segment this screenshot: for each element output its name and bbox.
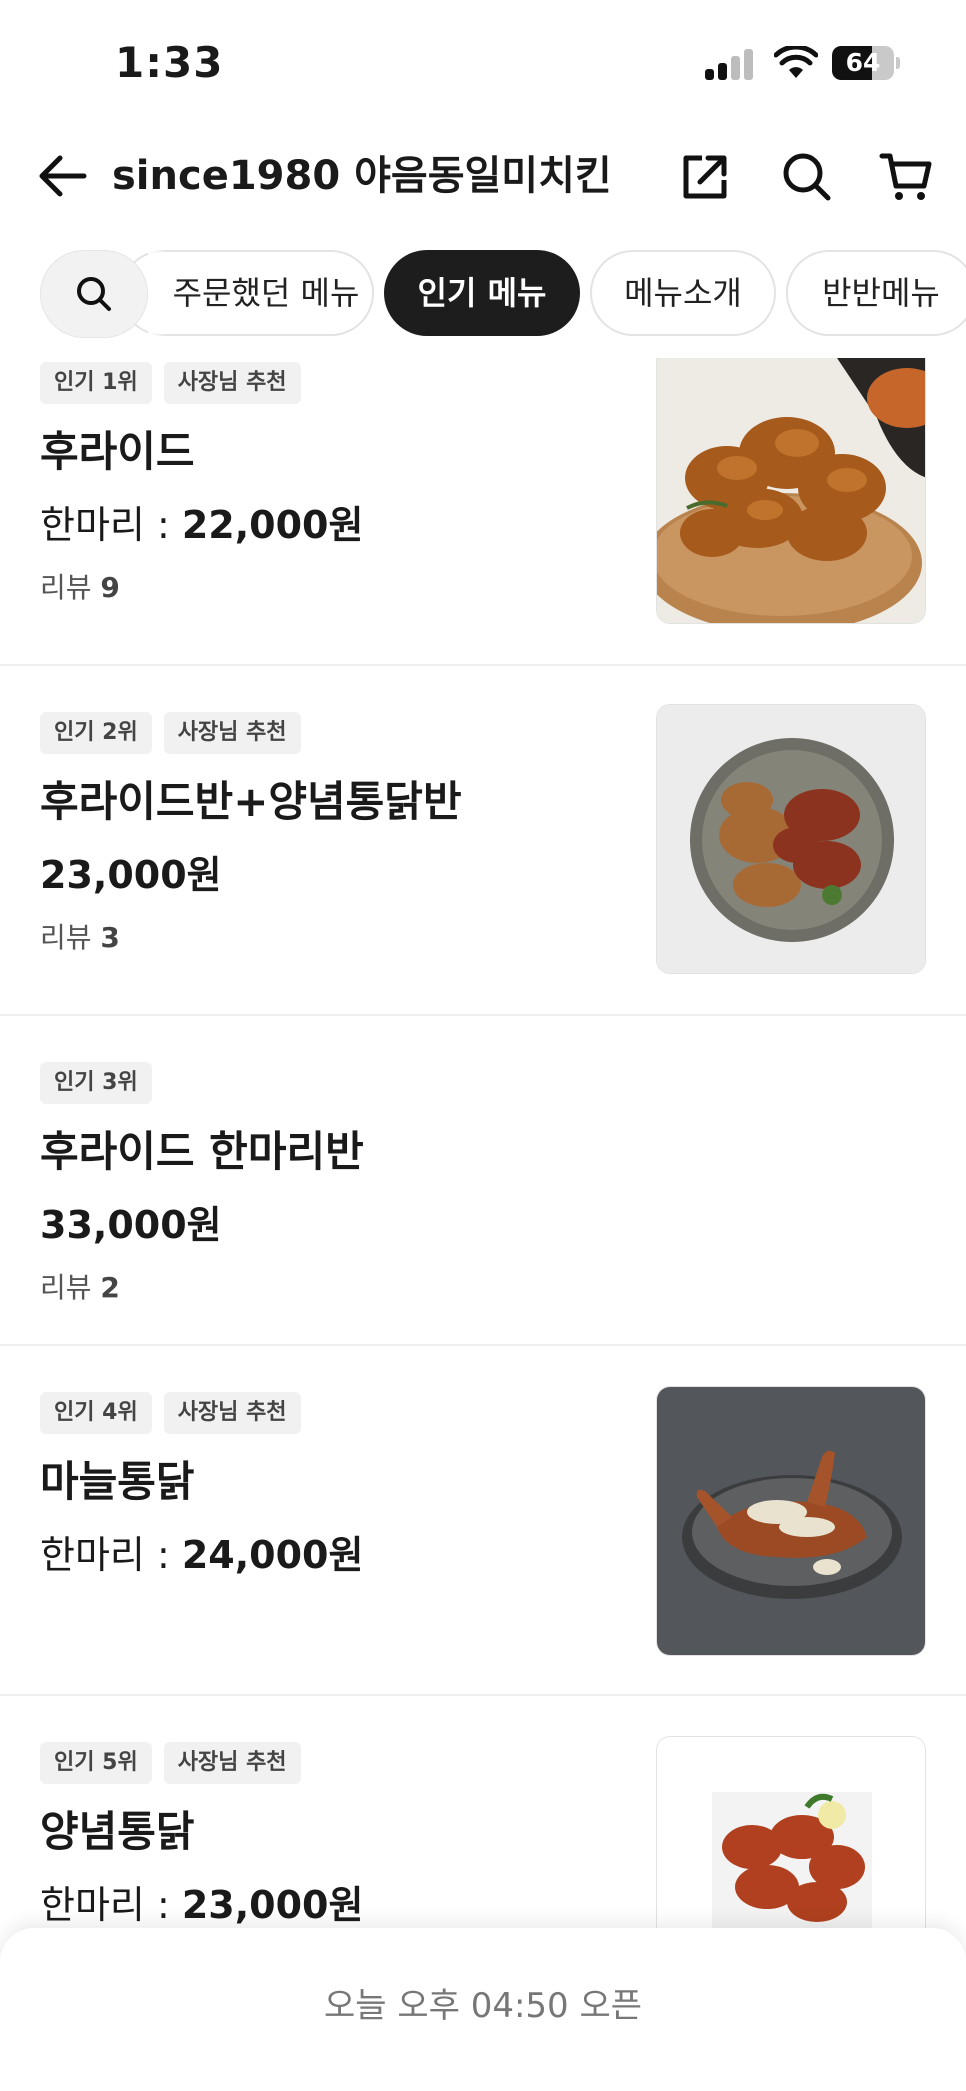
recommend-badge: 사장님 추천 [163,712,301,754]
rank-badge: 인기 3위 [40,1062,152,1104]
open-time-notice: 오늘 오후 04:50 오픈 [323,1986,643,2026]
cellular-signal-icon [705,48,755,80]
menu-item-review: 리뷰 9 [40,571,120,604]
cart-icon[interactable] [878,148,934,204]
rank-badge: 인기 2위 [40,712,152,754]
menu-search-button[interactable] [40,250,148,338]
rank-badge: 인기 1위 [40,362,152,404]
menu-item[interactable]: 인기 4위 사장님 추천 마늘통닭 한마리 : 24,000원 [0,1386,966,1692]
battery-percent: 64 [845,48,881,77]
search-icon [77,277,111,311]
menu-item[interactable]: 인기 5위 사장님 추천 양념통닭 한마리 : 23,000원 [0,1736,966,1942]
status-bar: 1:33 64 [0,0,966,130]
store-open-sheet: 오늘 오후 04:50 오픈 [0,1928,966,2091]
rank-badge: 인기 4위 [40,1392,152,1434]
top-header: since1980 야음동일미치킨 [0,130,966,222]
back-arrow-icon[interactable] [36,150,88,202]
menu-item-review: 리뷰 3 [40,921,120,954]
battery-icon: 64 [832,46,900,80]
menu-item-name: 양념통닭 [40,1807,195,1856]
menu-item-price: 한마리 : 23,000원 [40,1883,364,1927]
rank-badge: 인기 5위 [40,1742,152,1784]
fried-chicken-image [656,358,926,624]
recommend-badge: 사장님 추천 [163,362,301,404]
menu-category-tabs: 주문했던 메뉴 인기 메뉴 메뉴소개 반반메뉴 [0,248,966,340]
garlic-chicken-image [656,1386,926,1656]
menu-item-name: 후라이드 [40,427,195,476]
menu-item-name: 후라이드 한마리반 [40,1127,364,1176]
share-icon[interactable] [678,148,734,204]
menu-item[interactable]: 인기 3위 후라이드 한마리반 33,000원 리뷰 2 [0,1062,966,1342]
menu-item-price: 23,000원 [40,853,222,897]
status-time: 1:33 [115,38,224,87]
shop-title: since1980 야음동일미치킨 [112,153,612,199]
menu-item[interactable]: 인기 2위 사장님 추천 후라이드반+양념통닭반 23,000원 리뷰 3 [0,704,966,1012]
wifi-icon [774,46,818,78]
menu-item-name: 후라이드반+양념통닭반 [40,777,462,826]
menu-item[interactable]: 인기 1위 사장님 추천 후라이드 한마리 : 22,000원 리뷰 9 [0,358,966,662]
menu-item-price: 한마리 : 22,000원 [40,503,364,547]
menu-item-review: 리뷰 2 [40,1271,120,1304]
recommend-badge: 사장님 추천 [163,1742,301,1784]
menu-item-price: 한마리 : 24,000원 [40,1533,364,1577]
menu-item-price: 33,000원 [40,1203,222,1247]
recommend-badge: 사장님 추천 [163,1392,301,1434]
menu-item-name: 마늘통닭 [40,1457,195,1506]
tab-menu-intro[interactable]: 메뉴소개 [590,250,776,336]
seasoned-chicken-image [656,1736,926,1936]
tab-half-half-menu[interactable]: 반반메뉴 [786,250,966,336]
half-half-chicken-image [656,704,926,974]
search-icon[interactable] [778,148,834,204]
tab-popular-menu[interactable]: 인기 메뉴 [384,250,580,336]
